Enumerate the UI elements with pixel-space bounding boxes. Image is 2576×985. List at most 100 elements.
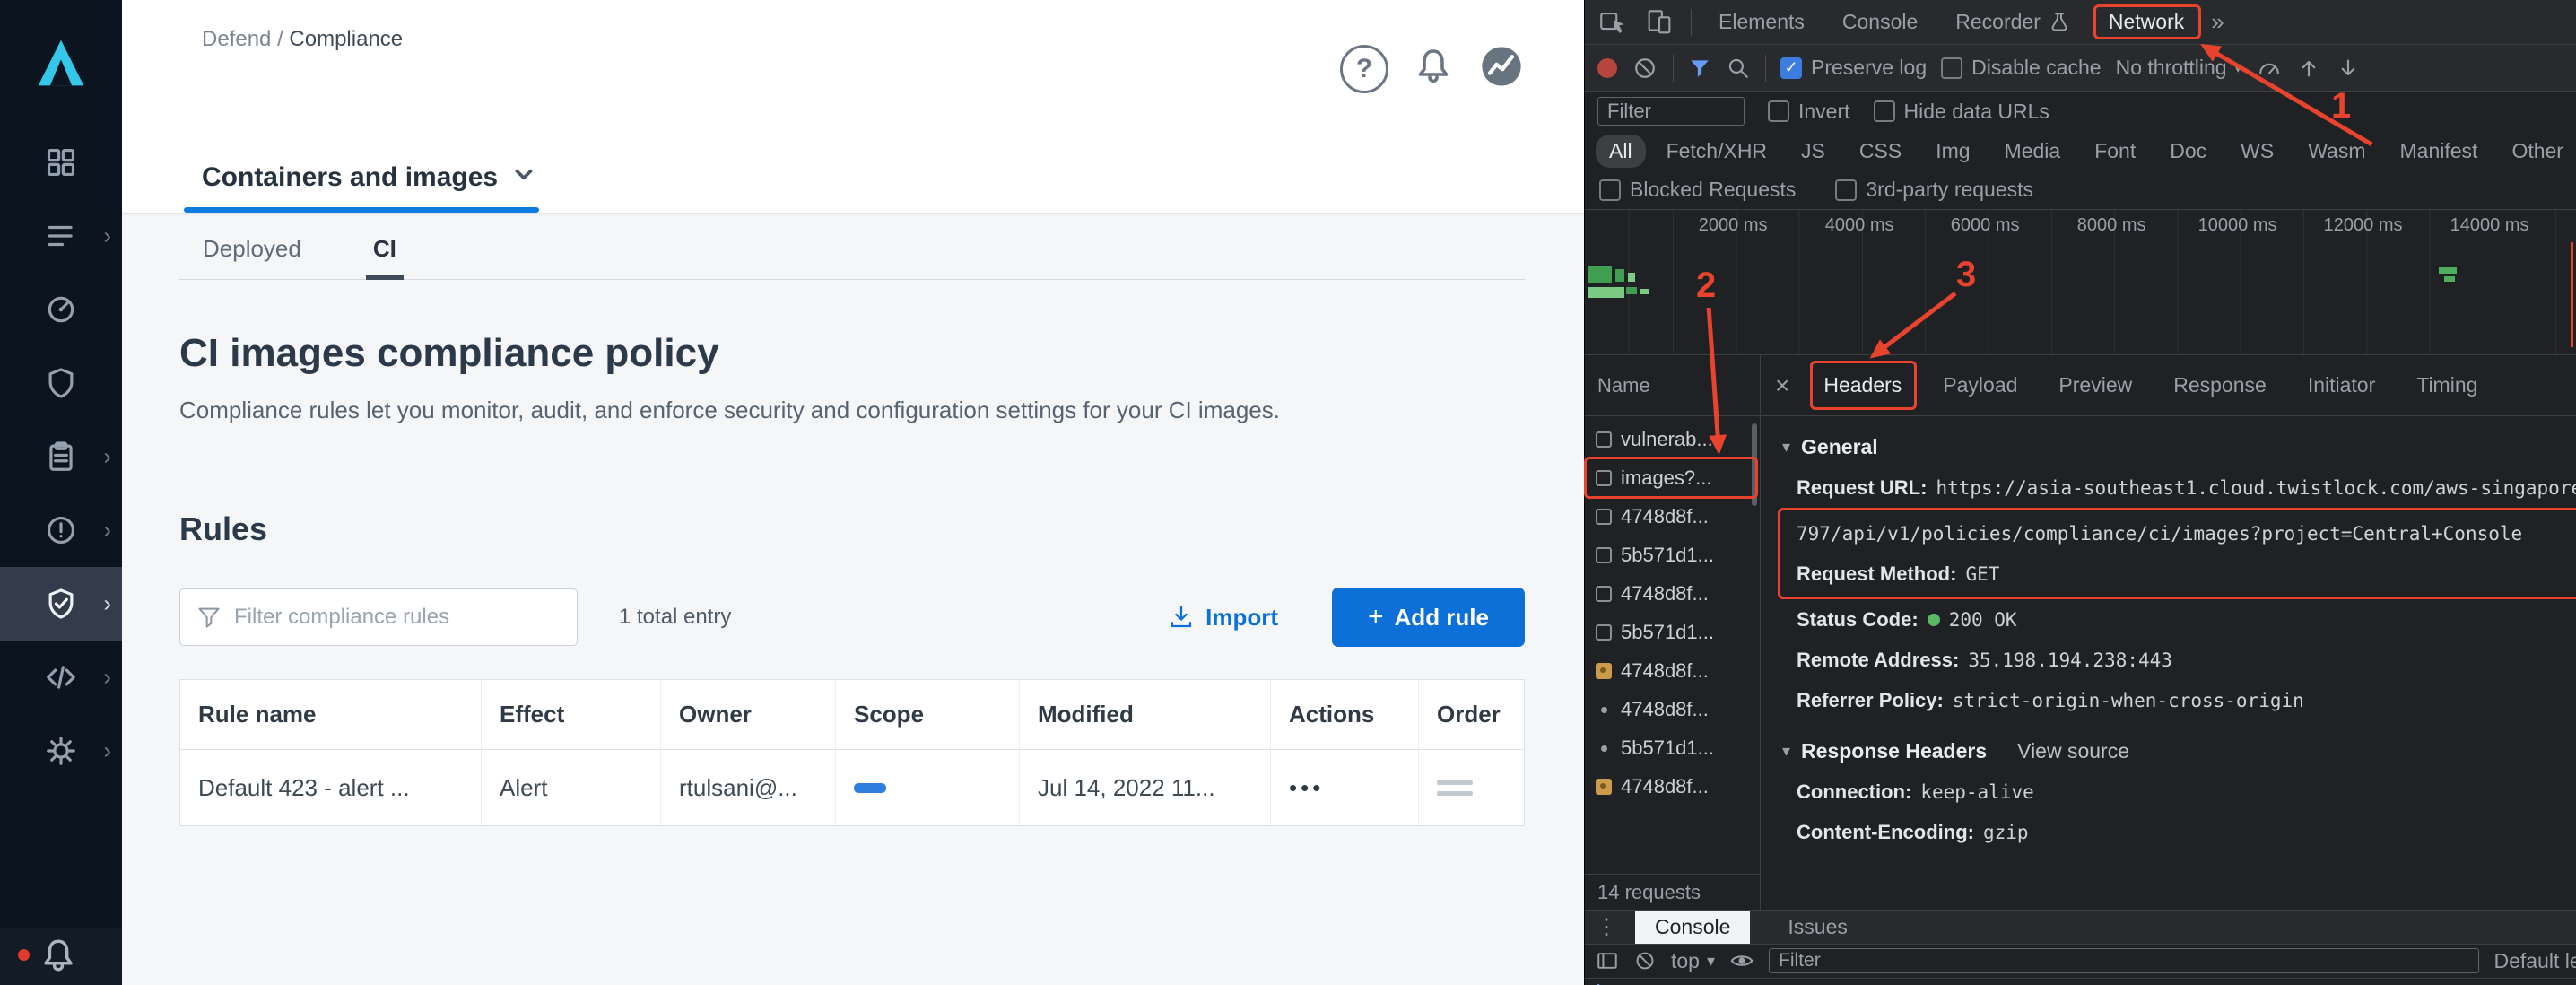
chip-media[interactable]: Media [1991, 135, 2075, 168]
clear-icon[interactable] [1632, 55, 1658, 82]
throttling-select[interactable]: No throttling ▾ [2116, 56, 2242, 80]
table-row[interactable]: Default 423 - alert ... Alert rtulsani@.… [180, 750, 1524, 825]
invert-checkbox[interactable]: Invert [1768, 100, 1850, 124]
request-row[interactable]: 4748d8f... [1585, 497, 1755, 536]
network-conditions-icon[interactable] [2257, 56, 2282, 81]
column-header-actions[interactable]: Actions [1270, 680, 1418, 749]
more-tabs-icon[interactable]: » [2211, 8, 2224, 36]
request-row[interactable]: 4748d8f... [1585, 651, 1755, 690]
third-party-checkbox[interactable]: 3rd-party requests [1835, 178, 2033, 202]
chip-css[interactable]: CSS [1846, 135, 1915, 168]
sidebar-item-compliance[interactable]: › [0, 420, 122, 493]
sidebar-item-defend[interactable]: › [0, 567, 122, 641]
chip-fetch-xhr[interactable]: Fetch/XHR [1653, 135, 1780, 168]
search-icon[interactable] [1726, 56, 1751, 81]
column-header-rule-name[interactable]: Rule name [180, 680, 481, 749]
sidebar-item-custom-rules[interactable]: › [0, 641, 122, 714]
app-logo[interactable] [0, 0, 122, 126]
chip-font[interactable]: Font [2081, 135, 2149, 168]
checkbox-icon[interactable] [1835, 179, 1857, 201]
request-row[interactable]: 5b571d1... [1585, 728, 1755, 767]
chip-other[interactable]: Other [2498, 135, 2576, 168]
clear-console-icon[interactable] [1633, 949, 1657, 972]
checkbox-checked-icon[interactable]: ✓ [1780, 57, 1802, 79]
sidebar-item-radars[interactable] [0, 273, 122, 346]
chip-doc[interactable]: Doc [2156, 135, 2220, 168]
view-source-link[interactable]: View source [2017, 739, 2129, 763]
checkbox-icon[interactable] [1768, 100, 1789, 122]
checkbox-icon[interactable] [1941, 57, 1962, 79]
chip-js[interactable]: JS [1788, 135, 1839, 168]
request-row[interactable]: 5b571d1... [1585, 536, 1755, 574]
breadcrumb[interactable]: Defend / Compliance [202, 27, 403, 52]
sidebar-item-dashboard[interactable] [0, 126, 122, 199]
inspect-icon[interactable] [1597, 7, 1628, 38]
breadcrumb-section[interactable]: Defend [202, 27, 271, 51]
context-select[interactable]: top ▾ [1671, 949, 1715, 973]
scrollbar-thumb[interactable] [1752, 423, 1757, 506]
view-selector[interactable]: Containers and images [202, 162, 535, 213]
chip-all[interactable]: All [1596, 135, 1646, 168]
close-icon[interactable]: × [1775, 371, 1789, 400]
request-row-images[interactable]: images?... [1585, 458, 1755, 497]
request-row[interactable]: 4748d8f... [1585, 574, 1755, 613]
tab-initiator[interactable]: Initiator [2301, 368, 2382, 403]
console-filter-input[interactable] [1769, 948, 2479, 973]
hide-data-urls-checkbox[interactable]: Hide data URLs [1874, 100, 2049, 124]
chip-ws[interactable]: WS [2227, 135, 2287, 168]
column-header-scope[interactable]: Scope [835, 680, 1019, 749]
chip-manifest[interactable]: Manifest [2387, 135, 2492, 168]
preserve-log-checkbox[interactable]: ✓ Preserve log [1780, 56, 1927, 80]
column-header-order[interactable]: Order [1418, 680, 1524, 749]
add-rule-button[interactable]: + Add rule [1332, 588, 1525, 647]
filter-funnel-icon[interactable] [1688, 57, 1711, 80]
tab-preview[interactable]: Preview [2051, 368, 2139, 403]
request-row[interactable]: vulnerab... [1585, 420, 1755, 458]
response-headers-section-header[interactable]: ▾ Response Headers View source [1782, 731, 2576, 771]
tab-response[interactable]: Response [2166, 368, 2274, 403]
export-har-icon[interactable] [2336, 56, 2361, 81]
disable-cache-checkbox[interactable]: Disable cache [1941, 56, 2101, 80]
tab-timing[interactable]: Timing [2409, 368, 2485, 403]
kebab-menu-icon[interactable]: ⋮ [1596, 914, 1617, 940]
request-name-header[interactable]: Name [1585, 355, 1760, 416]
help-icon[interactable]: ? [1340, 45, 1388, 93]
cell-rule-name[interactable]: Default 423 - alert ... [180, 750, 481, 825]
chip-wasm[interactable]: Wasm [2294, 135, 2379, 168]
general-section-header[interactable]: ▾ General [1782, 427, 2576, 467]
console-sidebar-icon[interactable] [1596, 949, 1619, 972]
tab-headers[interactable]: Headers [1816, 368, 1909, 403]
record-icon[interactable] [1597, 58, 1617, 78]
tab-payload[interactable]: Payload [1936, 368, 2024, 403]
tab-elements[interactable]: Elements [1708, 10, 1815, 34]
tab-console[interactable]: Console [1832, 10, 1928, 34]
eye-icon[interactable] [1729, 948, 1754, 973]
column-header-effect[interactable]: Effect [481, 680, 660, 749]
checkbox-icon[interactable] [1874, 100, 1895, 122]
device-toolbar-icon[interactable] [1644, 7, 1675, 38]
request-row[interactable]: 5b571d1... [1585, 613, 1755, 651]
sidebar-item-policies[interactable]: › [0, 199, 122, 273]
drawer-tab-console[interactable]: Console [1635, 911, 1750, 944]
import-har-icon[interactable] [2296, 56, 2321, 81]
tab-network[interactable]: Network [2098, 10, 2195, 34]
console-prompt[interactable]: › [1585, 978, 2576, 985]
network-filter-input[interactable] [1597, 97, 1745, 126]
notifications-button[interactable] [1412, 45, 1455, 92]
log-levels-select[interactable]: Default levels ▾ [2493, 949, 2576, 973]
tab-deployed[interactable]: Deployed [203, 226, 301, 279]
blocked-requests-checkbox[interactable]: Blocked Requests [1599, 178, 1796, 202]
sidebar-item-settings[interactable]: › [0, 714, 122, 788]
tab-recorder[interactable]: Recorder [1945, 10, 2082, 34]
sidebar-item-alerts[interactable]: › [0, 493, 122, 567]
rules-filter-input[interactable] [234, 605, 561, 630]
row-actions-menu[interactable]: ••• [1289, 774, 1324, 802]
column-header-owner[interactable]: Owner [660, 680, 835, 749]
request-row[interactable]: 4748d8f... [1585, 690, 1755, 728]
request-row[interactable]: 4748d8f... [1585, 767, 1755, 806]
checkbox-icon[interactable] [1599, 179, 1621, 201]
usage-chart-button[interactable] [1478, 43, 1525, 94]
chip-img[interactable]: Img [1922, 135, 1983, 168]
import-button[interactable]: Import [1168, 604, 1278, 632]
column-header-modified[interactable]: Modified [1019, 680, 1270, 749]
